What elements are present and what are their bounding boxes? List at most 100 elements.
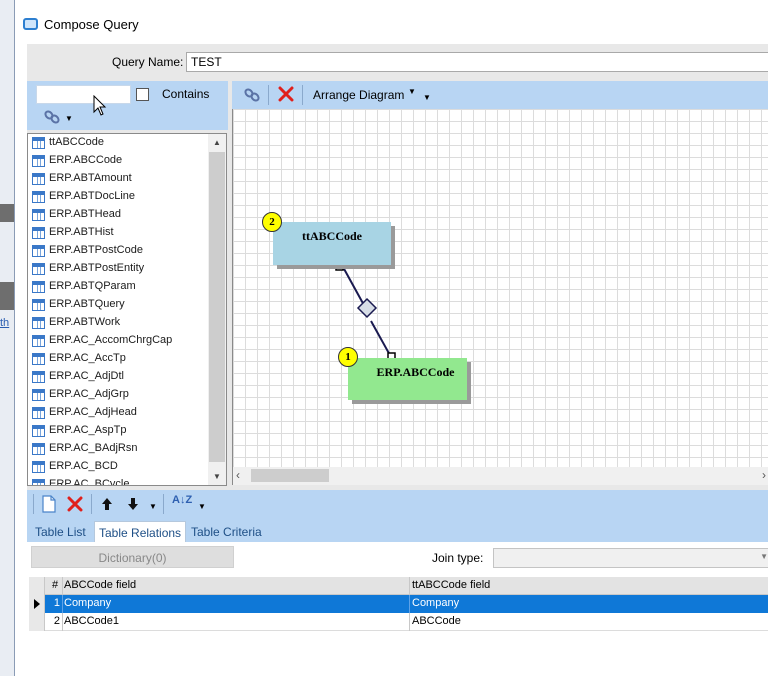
column-header-number[interactable]: # — [48, 577, 62, 595]
table-list-scrollbar[interactable]: ▲ ▼ — [208, 134, 226, 485]
diagram-scrollbar[interactable]: ‹ › — [233, 467, 768, 485]
column-divider[interactable] — [409, 577, 410, 595]
tab-table-relations[interactable]: Table Relations — [94, 521, 187, 542]
list-item[interactable]: ERP.AC_AdjDtl — [28, 368, 208, 386]
table-search-input[interactable] — [36, 85, 131, 104]
list-item[interactable]: ERP.AC_BCycle — [28, 476, 208, 485]
list-item-label: ERP.ABCCode — [49, 154, 123, 166]
chevron-down-icon[interactable]: ▼ — [149, 502, 157, 511]
row-selector[interactable] — [29, 595, 45, 613]
table-icon — [32, 209, 45, 221]
column-header-abccode-field[interactable]: ABCCode field — [64, 577, 404, 595]
table-icon — [32, 155, 45, 167]
row-selector[interactable] — [29, 613, 45, 631]
list-item[interactable]: ERP.AC_AdjHead — [28, 404, 208, 422]
chevron-down-icon[interactable]: ▼ — [198, 502, 206, 511]
link-icon[interactable] — [243, 86, 261, 104]
table-icon — [32, 299, 45, 311]
list-item[interactable]: ERP.AC_BCD — [28, 458, 208, 476]
chevron-down-icon[interactable]: ▼ — [760, 552, 768, 561]
list-item-label: ERP.ABTHist — [49, 226, 114, 238]
scroll-up-icon[interactable]: ▲ — [208, 134, 226, 151]
node-order-badge: 2 — [262, 212, 282, 232]
chevron-down-icon[interactable]: ▼ — [65, 114, 73, 123]
tab-table-criteria[interactable]: Table Criteria — [187, 521, 266, 542]
table-icon — [32, 335, 45, 347]
list-item-label: ttABCCode — [49, 136, 105, 148]
list-item[interactable]: ERP.AC_AdjGrp — [28, 386, 208, 404]
row-number: 1 — [53, 597, 60, 609]
list-item-label: ERP.AC_AdjDtl — [49, 370, 124, 382]
table-icon — [32, 191, 45, 203]
move-up-icon[interactable] — [99, 495, 115, 513]
background-link[interactable]: th — [0, 317, 14, 329]
list-item[interactable]: ERP.ABCCode — [28, 152, 208, 170]
list-item[interactable]: ERP.ABTHead — [28, 206, 208, 224]
list-item[interactable]: ERP.AC_BAdjRsn — [28, 440, 208, 458]
table-row[interactable]: 1 Company Company — [29, 595, 768, 613]
tab-strip: Table List Table Relations Table Criteri… — [27, 518, 768, 542]
list-item[interactable]: ERP.ABTHist — [28, 224, 208, 242]
list-item-label: ERP.ABTPostEntity — [49, 262, 145, 274]
scroll-thumb[interactable] — [209, 152, 225, 462]
list-item-label: ERP.AC_AdjGrp — [49, 388, 129, 400]
diagram-node-ttabccode[interactable]: ttABCCode — [273, 222, 391, 265]
scroll-right-icon[interactable]: › — [762, 468, 766, 482]
list-item[interactable]: ERP.ABTQuery — [28, 296, 208, 314]
move-down-icon[interactable] — [125, 495, 141, 513]
relation-connector — [335, 262, 396, 361]
column-divider[interactable] — [62, 577, 63, 595]
scroll-left-icon[interactable]: ‹ — [236, 468, 240, 482]
table-icon — [32, 389, 45, 401]
ttabccode-field-cell[interactable]: Company — [412, 595, 762, 613]
toolbar-separator — [91, 494, 92, 514]
table-search-toolbar: Contains ▼ — [27, 81, 228, 130]
table-row[interactable]: 2 ABCCode1 ABCCode — [29, 613, 768, 631]
chevron-down-icon[interactable]: ▼ — [423, 93, 431, 102]
list-item-label: ERP.AC_BCD — [49, 460, 118, 472]
diagram-node-erp-abccode[interactable]: ERP.ABCCode — [348, 358, 467, 400]
abccode-field-cell[interactable]: Company — [64, 595, 404, 613]
row-header-corner — [29, 577, 45, 595]
contains-checkbox[interactable] — [136, 88, 149, 101]
join-type-select[interactable]: ▼ — [493, 548, 768, 568]
query-diagram-canvas[interactable]: ttABCCode 2 ERP.ABCCode 1 ‹ › — [232, 109, 768, 485]
caret-down-icon[interactable]: ▼ — [408, 87, 416, 96]
diagram-node-label: ERP.ABCCode — [376, 365, 455, 379]
column-divider — [62, 595, 63, 613]
list-item[interactable]: ERP.AC_AccomChrgCap — [28, 332, 208, 350]
dictionary-button[interactable]: Dictionary(0) — [31, 546, 234, 568]
list-item[interactable]: ERP.ABTAmount — [28, 170, 208, 188]
table-icon — [32, 443, 45, 455]
list-item-label: ERP.AC_AdjHead — [49, 406, 137, 418]
toolbar-separator — [33, 494, 34, 514]
list-item[interactable]: ERP.ABTQParam — [28, 278, 208, 296]
list-item[interactable]: ERP.AC_AccTp — [28, 350, 208, 368]
table-icon — [32, 263, 45, 275]
list-item[interactable]: ERP.AC_AspTp — [28, 422, 208, 440]
delete-icon[interactable] — [67, 495, 83, 513]
arrange-diagram-button[interactable]: Arrange Diagram — [313, 88, 404, 102]
table-icon — [32, 173, 45, 185]
abccode-field-cell[interactable]: ABCCode1 — [64, 613, 404, 631]
link-icon[interactable] — [43, 109, 61, 125]
tab-table-list[interactable]: Table List — [31, 521, 90, 542]
grid-header: # ABCCode field ttABCCode field — [29, 577, 768, 595]
table-list: ttABCCode ERP.ABCCode ERP.ABTAmount ERP.ABT… — [27, 133, 227, 486]
list-item[interactable]: ERP.ABTWork — [28, 314, 208, 332]
list-item[interactable]: ERP.ABTPostCode — [28, 242, 208, 260]
sort-az-icon[interactable]: A↓Z — [172, 494, 192, 506]
list-item[interactable]: ERP.ABTPostEntity — [28, 260, 208, 278]
new-document-icon[interactable] — [41, 495, 57, 513]
table-icon — [32, 461, 45, 473]
scroll-thumb[interactable] — [251, 469, 329, 482]
column-header-ttabccode-field[interactable]: ttABCCode field — [412, 577, 762, 595]
list-item[interactable]: ERP.ABTDocLine — [28, 188, 208, 206]
query-name-input[interactable]: TEST — [186, 52, 768, 72]
scroll-down-icon[interactable]: ▼ — [208, 468, 226, 485]
ttabccode-field-cell[interactable]: ABCCode — [412, 613, 762, 631]
delete-icon[interactable] — [278, 86, 294, 102]
column-divider — [409, 613, 410, 631]
list-item-label: ERP.AC_AccTp — [49, 352, 126, 364]
list-item[interactable]: ttABCCode — [28, 134, 208, 152]
